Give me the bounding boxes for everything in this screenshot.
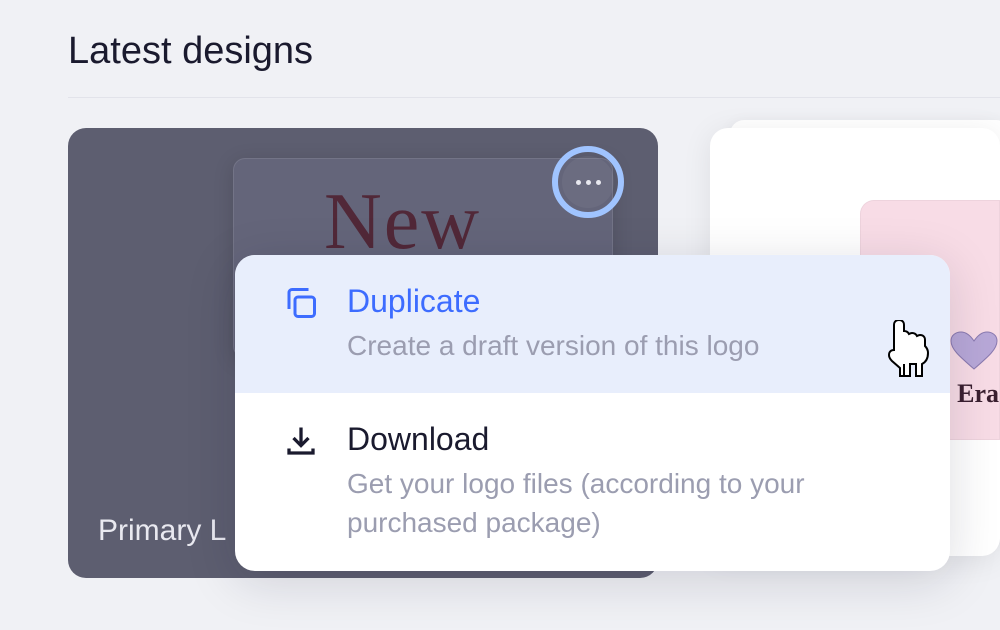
dropdown-arrow (590, 255, 618, 257)
menu-item-description: Create a draft version of this logo (347, 326, 910, 365)
menu-item-title: Download (347, 421, 910, 458)
more-options-wrap (552, 146, 624, 218)
menu-item-duplicate[interactable]: Duplicate Create a draft version of this… (235, 255, 950, 393)
more-options-button[interactable] (562, 156, 614, 208)
duplicate-icon (283, 285, 319, 321)
menu-item-text: Duplicate Create a draft version of this… (347, 283, 910, 365)
section-title: Latest designs (0, 0, 1000, 97)
heart-icon (949, 331, 999, 371)
ellipsis-icon (586, 180, 591, 185)
preview-logo-text: Era (957, 379, 999, 409)
download-icon (283, 423, 319, 459)
context-menu: Duplicate Create a draft version of this… (235, 255, 950, 571)
pointer-cursor-icon (888, 320, 938, 378)
menu-item-title: Duplicate (347, 283, 910, 320)
focus-ring (552, 146, 624, 218)
ellipsis-icon (576, 180, 581, 185)
menu-item-download[interactable]: Download Get your logo files (according … (235, 393, 950, 570)
menu-item-text: Download Get your logo files (according … (347, 421, 910, 542)
design-card-label: Primary L (98, 514, 226, 548)
ellipsis-icon (596, 180, 601, 185)
menu-item-description: Get your logo files (according to your p… (347, 464, 910, 542)
